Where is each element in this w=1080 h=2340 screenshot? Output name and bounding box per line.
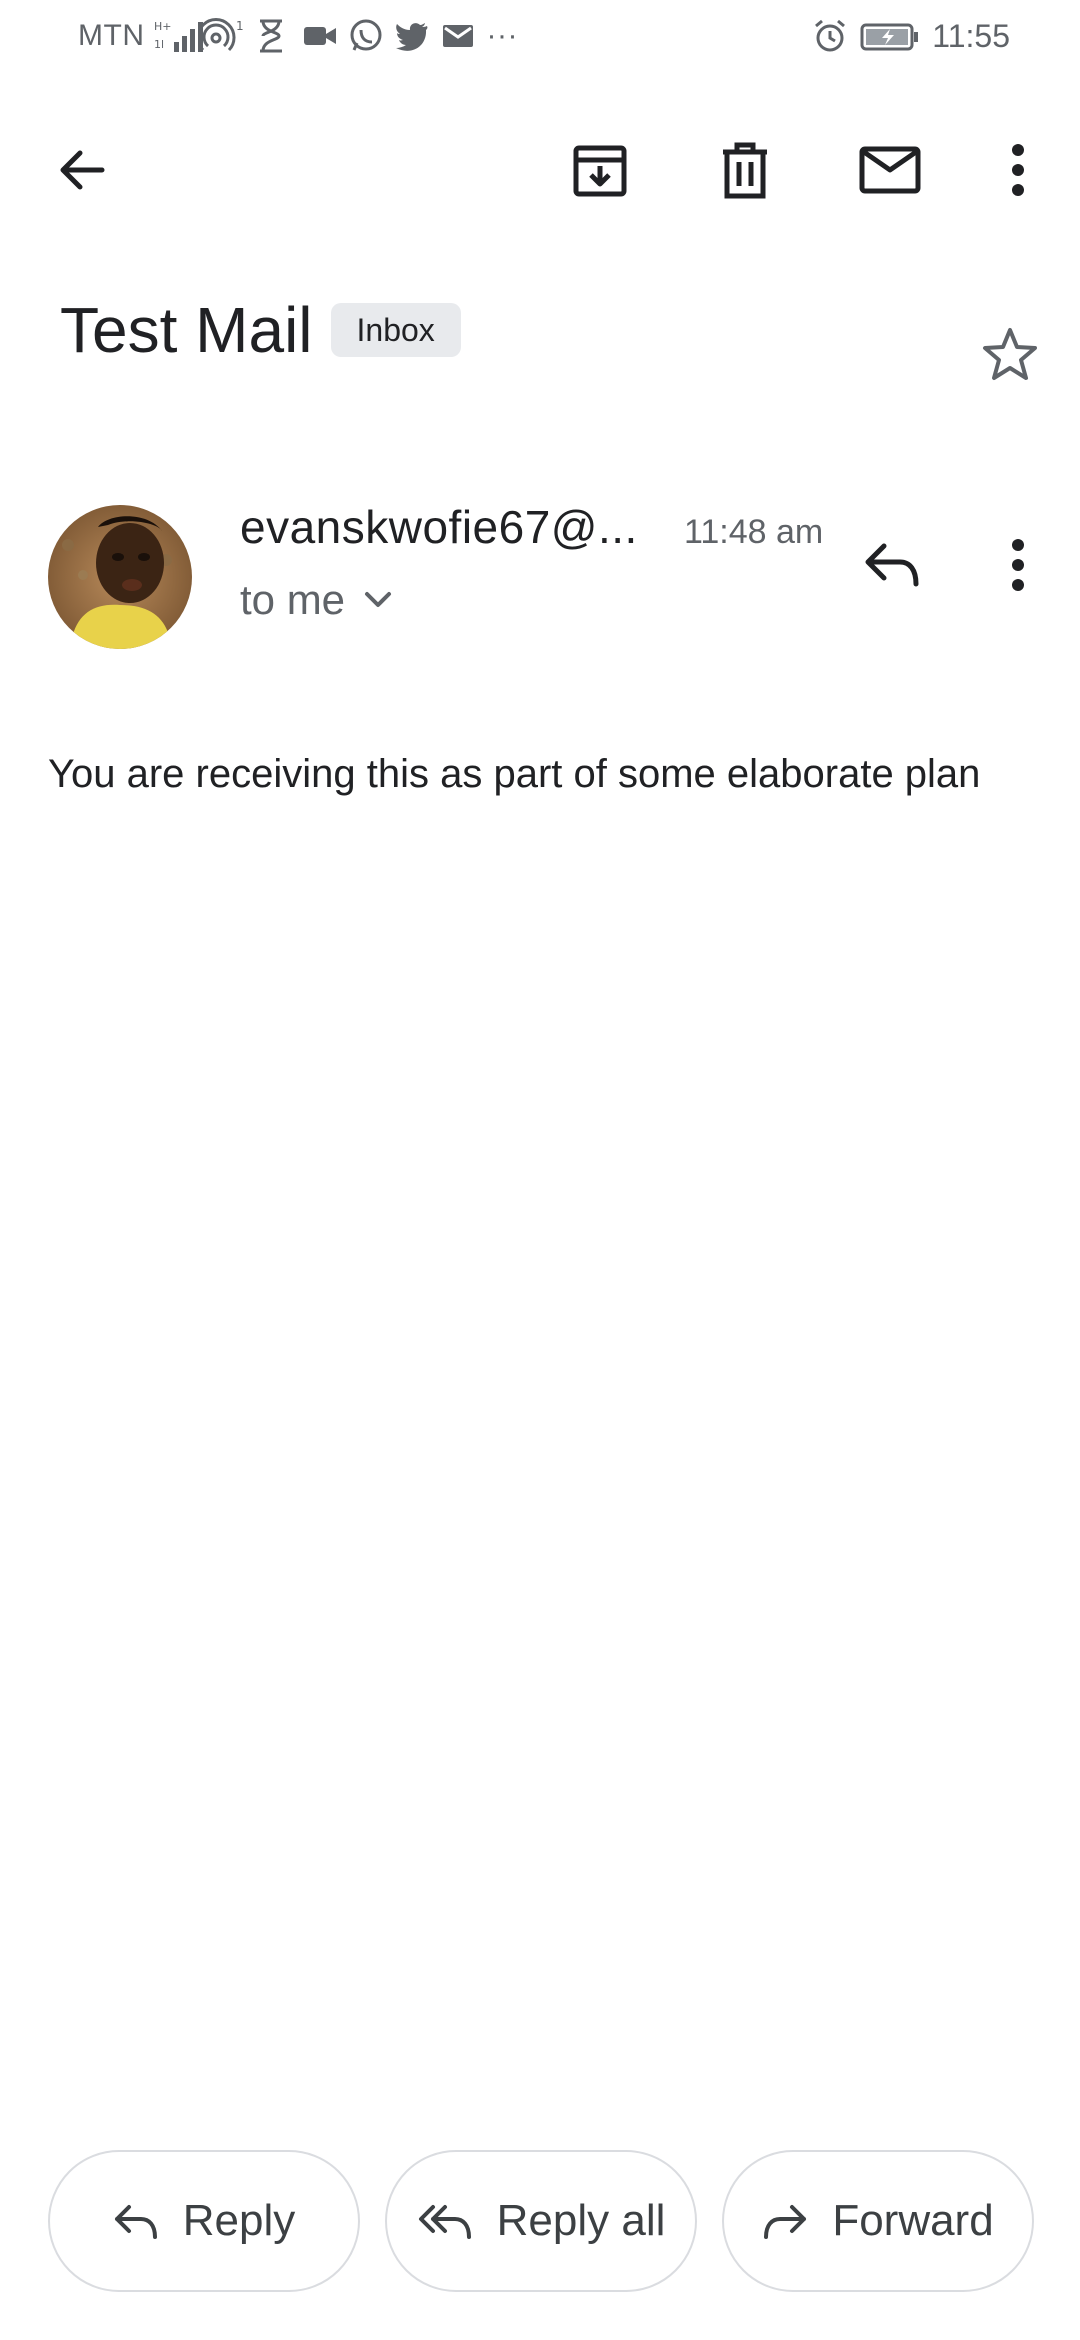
status-bar-right: 11:55	[812, 14, 1010, 58]
status-time: 11:55	[932, 17, 1010, 54]
reply-icon	[114, 2205, 157, 2239]
star-icon	[983, 328, 1037, 380]
alarm-icon	[812, 18, 848, 54]
video-icon	[302, 18, 338, 54]
more-vert-icon	[1012, 539, 1024, 591]
status-bar: MTN H+ 1l 1 ··· 11:55	[0, 0, 1080, 72]
reply-all-button[interactable]: Reply all	[385, 2150, 697, 2292]
signal-icon: H+ 1l	[154, 18, 204, 54]
whatsapp-icon	[348, 18, 384, 54]
message-body: You are receiving this as part of some e…	[48, 752, 981, 796]
mail-icon	[440, 18, 476, 54]
reply-icon	[865, 543, 919, 587]
battery-icon	[860, 18, 920, 54]
recipients-toggle[interactable]: to me	[240, 570, 393, 630]
top-toolbar	[0, 120, 1080, 220]
hourglass-icon	[256, 18, 292, 54]
svg-text:H+: H+	[154, 20, 172, 33]
chevron-down-icon	[365, 592, 392, 607]
message-more-button[interactable]	[978, 525, 1058, 605]
archive-icon	[573, 145, 627, 197]
hotspot-count: 1	[236, 19, 244, 33]
hotspot-icon: 1	[196, 18, 246, 54]
more-options-button[interactable]	[978, 130, 1058, 210]
sender-name[interactable]: evanskwofie67@...	[240, 500, 638, 554]
reply-all-icon	[418, 2205, 471, 2239]
mark-unread-button[interactable]	[850, 130, 930, 210]
delete-icon	[723, 142, 767, 199]
subject-row: Test Mail Inbox	[60, 285, 461, 375]
inbox-label-chip[interactable]: Inbox	[330, 303, 461, 357]
quick-reply-button[interactable]	[852, 525, 932, 605]
twitter-icon	[394, 18, 430, 54]
overflow-indicator: ···	[486, 19, 518, 52]
forward-icon	[764, 2205, 807, 2239]
message-time: 11:48 am	[684, 513, 824, 551]
sender-avatar[interactable]	[48, 505, 192, 649]
forward-label: Forward	[832, 2196, 994, 2245]
carrier-label: MTN	[78, 19, 145, 52]
mark-unread-icon	[859, 146, 921, 194]
forward-button[interactable]: Forward	[722, 2150, 1034, 2292]
recipients-label: to me	[240, 576, 346, 623]
email-subject: Test Mail	[60, 294, 313, 366]
back-button[interactable]	[42, 130, 122, 210]
star-button[interactable]	[970, 315, 1050, 395]
email-view-screen: MTN H+ 1l 1 ··· 11:55 Test Mail Inbox ev…	[0, 0, 1080, 2340]
delete-button[interactable]	[705, 130, 785, 210]
reply-label: Reply	[182, 2196, 296, 2245]
avatar-photo	[48, 505, 192, 649]
reply-button[interactable]: Reply	[48, 2150, 360, 2292]
status-bar-left: MTN H+ 1l 1 ···	[78, 14, 518, 58]
svg-text:1l: 1l	[154, 38, 164, 51]
reply-all-label: Reply all	[496, 2196, 666, 2245]
more-vert-icon	[1012, 144, 1024, 196]
archive-button[interactable]	[560, 130, 640, 210]
back-arrow-icon	[60, 150, 105, 190]
